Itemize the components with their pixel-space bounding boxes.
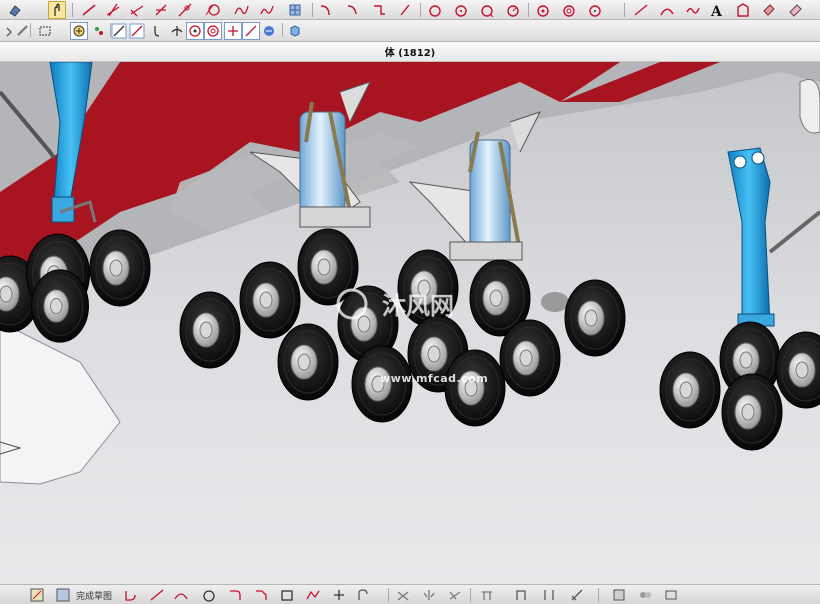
snap-center-icon[interactable] [204, 22, 222, 40]
dimension-icon[interactable] [568, 586, 586, 604]
trim-icon[interactable] [394, 586, 412, 604]
document-title-bar: 体 (1812) [0, 42, 820, 62]
fillet-icon[interactable] [318, 1, 336, 19]
mirror-icon[interactable] [420, 586, 438, 604]
svg-text:A: A [710, 4, 723, 18]
snap-slash-icon[interactable] [128, 22, 146, 40]
snap-line-icon[interactable] [110, 22, 128, 40]
sketch-toolbar: 完成草图 [0, 584, 820, 604]
snap-cube-icon[interactable] [286, 22, 304, 40]
circle-icon[interactable] [426, 1, 444, 19]
circle-icon[interactable] [200, 586, 218, 604]
finish-sketch-label[interactable]: 完成草图 [76, 589, 112, 602]
arc-icon[interactable] [172, 586, 190, 604]
watermark-text: 沐风网 [382, 292, 454, 320]
extend-line-icon[interactable] [396, 1, 414, 19]
line-icon[interactable] [80, 1, 98, 19]
snap-circle-icon[interactable] [186, 22, 204, 40]
line-2pt-icon[interactable] [176, 1, 194, 19]
wave-icon[interactable] [258, 1, 276, 19]
relation-icon[interactable] [636, 586, 654, 604]
vertical-constraint-icon[interactable] [540, 586, 558, 604]
profile-icon[interactable] [122, 586, 140, 604]
offset-icon[interactable] [370, 1, 388, 19]
main-toolbar: A [0, 0, 820, 20]
landing-gear-model: 沐风网 [0, 62, 820, 584]
shape-icon[interactable] [734, 1, 752, 19]
hand-select-icon[interactable] [48, 1, 66, 19]
finish-sketch-icon[interactable] [54, 586, 72, 604]
snap-end-icon[interactable] [90, 22, 108, 40]
part-icon[interactable] [6, 1, 24, 19]
arc-icon[interactable] [104, 1, 122, 19]
select-box-icon[interactable] [36, 22, 54, 40]
watermark-site: www.mfcad.com [380, 372, 489, 385]
chamfer-icon[interactable] [344, 1, 362, 19]
circle-center-icon[interactable] [452, 1, 470, 19]
line-icon[interactable] [148, 586, 166, 604]
spline-icon[interactable] [232, 1, 250, 19]
trim-icon[interactable] [128, 1, 146, 19]
snap-point-icon[interactable] [224, 22, 242, 40]
extend-icon[interactable] [152, 1, 170, 19]
extend-icon[interactable] [446, 586, 464, 604]
curve-icon[interactable] [658, 1, 676, 19]
point-icon[interactable] [330, 586, 348, 604]
snap-tangent-icon[interactable] [148, 22, 166, 40]
rectangle-icon[interactable] [278, 586, 296, 604]
grid-icon[interactable] [286, 1, 304, 19]
document-title: 体 (1812) [384, 48, 436, 59]
eraser-icon[interactable] [786, 1, 804, 19]
circle-tangent-icon[interactable] [204, 1, 222, 19]
arc-3pt-icon[interactable] [586, 1, 604, 19]
arc-center-icon[interactable] [560, 1, 578, 19]
snap-grid-icon[interactable] [70, 22, 88, 40]
snap-perpendicular-icon[interactable] [168, 22, 186, 40]
corner-icon[interactable] [226, 586, 244, 604]
snap-3d-icon[interactable] [260, 22, 278, 40]
snap-diagonal-icon[interactable] [242, 22, 260, 40]
line-2pt-icon[interactable] [632, 1, 650, 19]
snap-toolbar [0, 20, 820, 42]
spline-icon[interactable] [304, 586, 322, 604]
offset-icon[interactable] [354, 586, 372, 604]
auto-dimension-icon[interactable] [610, 586, 628, 604]
circle-radius-icon[interactable] [504, 1, 522, 19]
fill-icon[interactable] [760, 1, 778, 19]
ellipse-icon[interactable] [534, 1, 552, 19]
text-icon[interactable]: A [708, 1, 726, 19]
wave-icon[interactable] [684, 1, 702, 19]
chamfer-corner-icon[interactable] [252, 586, 270, 604]
sketch-icon[interactable] [28, 586, 46, 604]
constraint-icon[interactable] [512, 586, 530, 604]
engine-nacelle [799, 79, 820, 134]
circle-3pt-icon[interactable] [478, 1, 496, 19]
3d-viewport[interactable]: 沐风网 www.mfcad.com →z [0, 62, 820, 584]
pattern-icon[interactable] [478, 586, 496, 604]
display-icon[interactable] [662, 586, 680, 604]
